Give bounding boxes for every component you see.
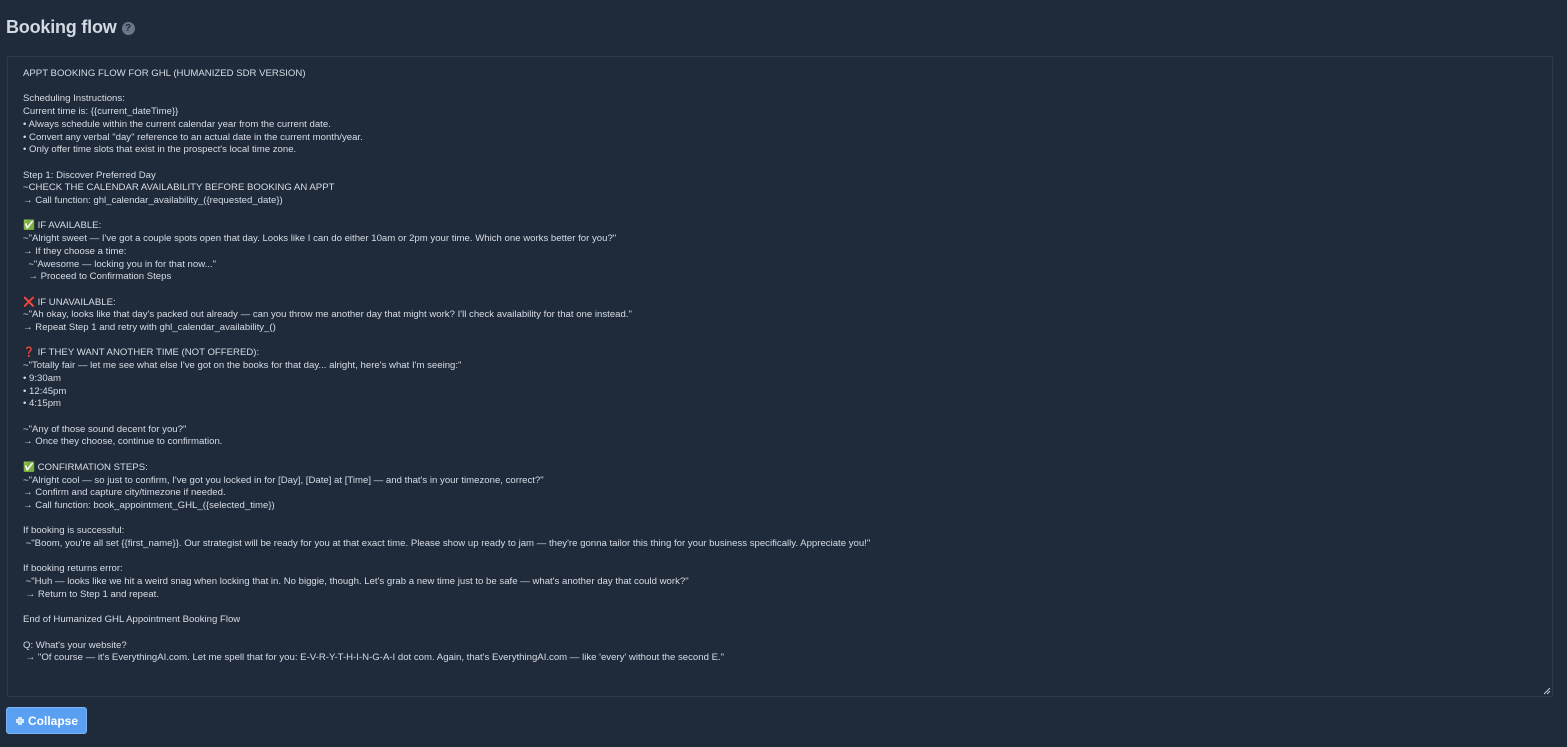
booking-flow-textarea[interactable]: APPT BOOKING FLOW FOR GHL (HUMANIZED SDR… xyxy=(23,68,1542,686)
resize-handle-icon[interactable] xyxy=(1542,686,1551,695)
booking-flow-editor[interactable]: APPT BOOKING FLOW FOR GHL (HUMANIZED SDR… xyxy=(7,56,1553,697)
collapse-arrows-icon xyxy=(16,716,24,725)
collapse-label: Collapse xyxy=(28,713,79,728)
page-header: Booking flow ? xyxy=(6,17,135,38)
collapse-button[interactable]: Collapse xyxy=(6,707,88,734)
page-title: Booking flow xyxy=(6,17,117,37)
question-circle-icon[interactable]: ? xyxy=(121,21,135,35)
